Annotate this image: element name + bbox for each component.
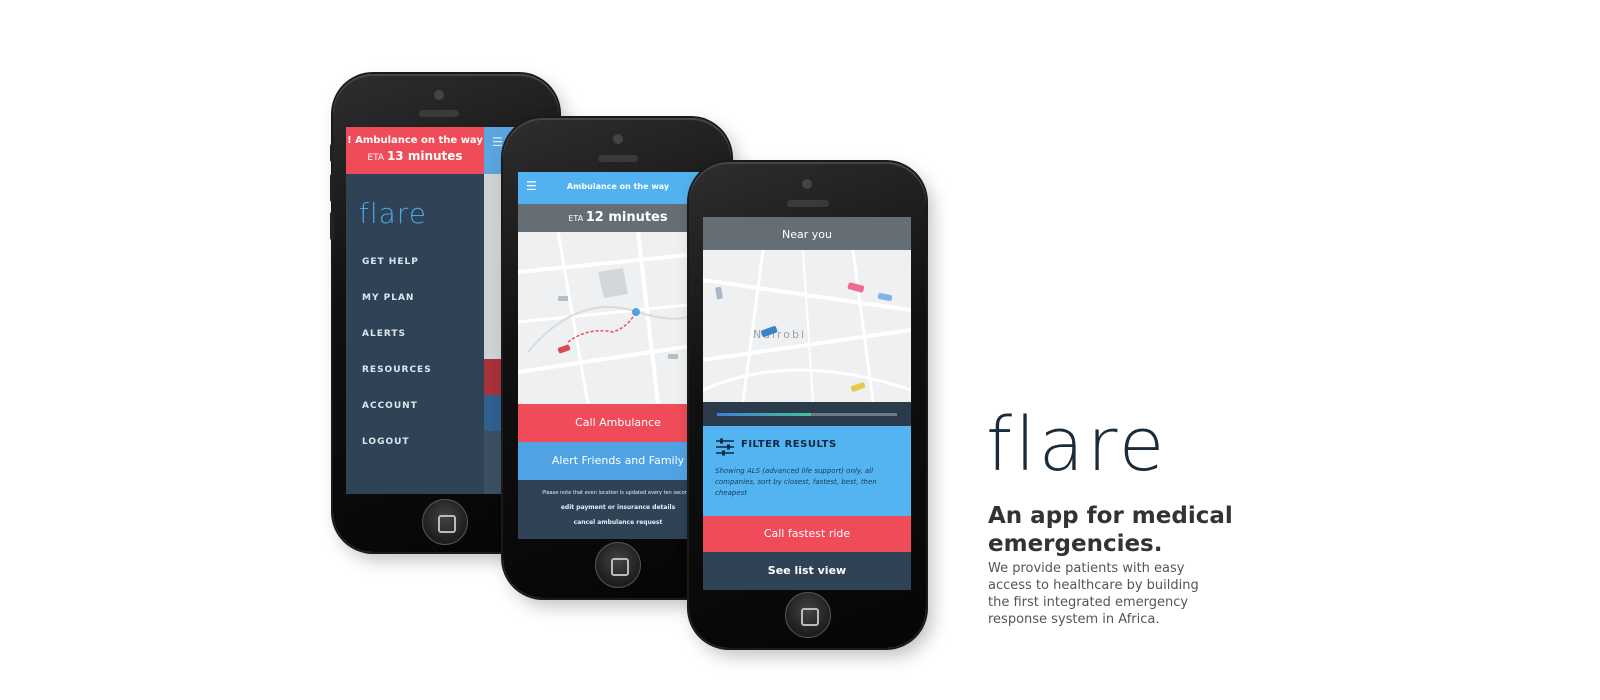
alert-eta: ETA 13 minutes [346, 149, 484, 163]
menu-item-resources[interactable]: RESOURCES [362, 365, 432, 401]
eta-value: 12 minutes [585, 210, 668, 225]
front-camera [613, 134, 623, 144]
eta-prefix: ETA [367, 153, 385, 163]
mute-switch [330, 144, 334, 162]
filter-heading: FILTER RESULTS [741, 439, 837, 450]
eta-bar: ETA 12 minutes [518, 204, 718, 232]
see-list-view-button[interactable]: See list view [703, 552, 911, 590]
phone3-screen: Near you Nairobi FILTER RESULTS Showing … [703, 217, 911, 590]
menu-item-get-help[interactable]: GET HELP [362, 257, 432, 293]
menu-item-alerts[interactable]: ALERTS [362, 329, 432, 365]
nearby-map[interactable]: Nairobi [703, 249, 911, 403]
volume-down-button [330, 212, 334, 240]
brand-logo: flare [986, 402, 1168, 488]
menu-item-account[interactable]: ACCOUNT [362, 401, 432, 437]
earpiece-speaker [598, 155, 638, 162]
screen-title: Near you [703, 217, 911, 250]
app-logo: flare [359, 197, 427, 230]
top-bar: ☰ Ambulance on the way [518, 172, 718, 204]
route-map[interactable] [518, 231, 718, 405]
screen-title: Ambulance on the way [566, 182, 670, 191]
home-button[interactable] [422, 499, 468, 545]
home-button[interactable] [785, 592, 831, 638]
map-graphic [518, 231, 718, 405]
map-graphic: Nairobi [703, 249, 911, 403]
earpiece-speaker [419, 110, 459, 117]
ambulance-alert-banner[interactable]: ! Ambulance on the way ETA 13 minutes [346, 127, 484, 174]
phone-near-you-screen: Near you Nairobi FILTER RESULTS Showing … [689, 162, 926, 648]
menu-item-my-plan[interactable]: MY PLAN [362, 293, 432, 329]
eta-prefix: ETA [568, 214, 584, 223]
map-city-label: Nairobi [753, 328, 806, 341]
alert-title: ! Ambulance on the way [347, 135, 483, 146]
call-fastest-ride-button[interactable]: Call fastest ride [703, 516, 911, 552]
progress-fill [717, 413, 811, 416]
alert-friends-button[interactable]: Alert Friends and Family [518, 442, 718, 480]
location-update-note: Please note that even location is update… [542, 490, 694, 496]
search-progress [703, 402, 911, 426]
app-showcase: ☰ ! Ambulance on the way ETA 13 minutes … [0, 0, 1600, 700]
eta-value: 13 minutes [386, 149, 463, 163]
call-ambulance-button[interactable]: Call Ambulance [518, 404, 718, 442]
headline: An app for medical emergencies. [988, 503, 1233, 557]
filter-panel[interactable]: FILTER RESULTS Showing ALS (advanced lif… [703, 426, 911, 516]
front-camera [802, 179, 812, 189]
footer-info: Please note that even location is update… [518, 480, 718, 539]
menu-item-logout[interactable]: LOGOUT [362, 437, 432, 473]
phone2-screen: ☰ Ambulance on the way ETA 12 minutes Ca… [518, 172, 718, 539]
side-menu: GET HELP MY PLAN ALERTS RESOURCES ACCOUN… [362, 257, 432, 473]
volume-up-button [330, 174, 334, 202]
cancel-request-link[interactable]: cancel ambulance request [518, 519, 718, 526]
menu-icon[interactable]: ☰ [492, 135, 503, 149]
front-camera [434, 90, 444, 100]
home-button[interactable] [595, 542, 641, 588]
edit-payment-link[interactable]: edit payment or insurance details [518, 504, 718, 511]
tagline: We provide patients with easy access to … [988, 561, 1199, 627]
progress-track [717, 413, 897, 416]
filter-sliders-icon[interactable] [715, 438, 735, 456]
location-pin-icon [632, 308, 640, 316]
filter-description: Showing ALS (advanced life support) only… [715, 467, 877, 497]
earpiece-speaker [787, 200, 829, 207]
